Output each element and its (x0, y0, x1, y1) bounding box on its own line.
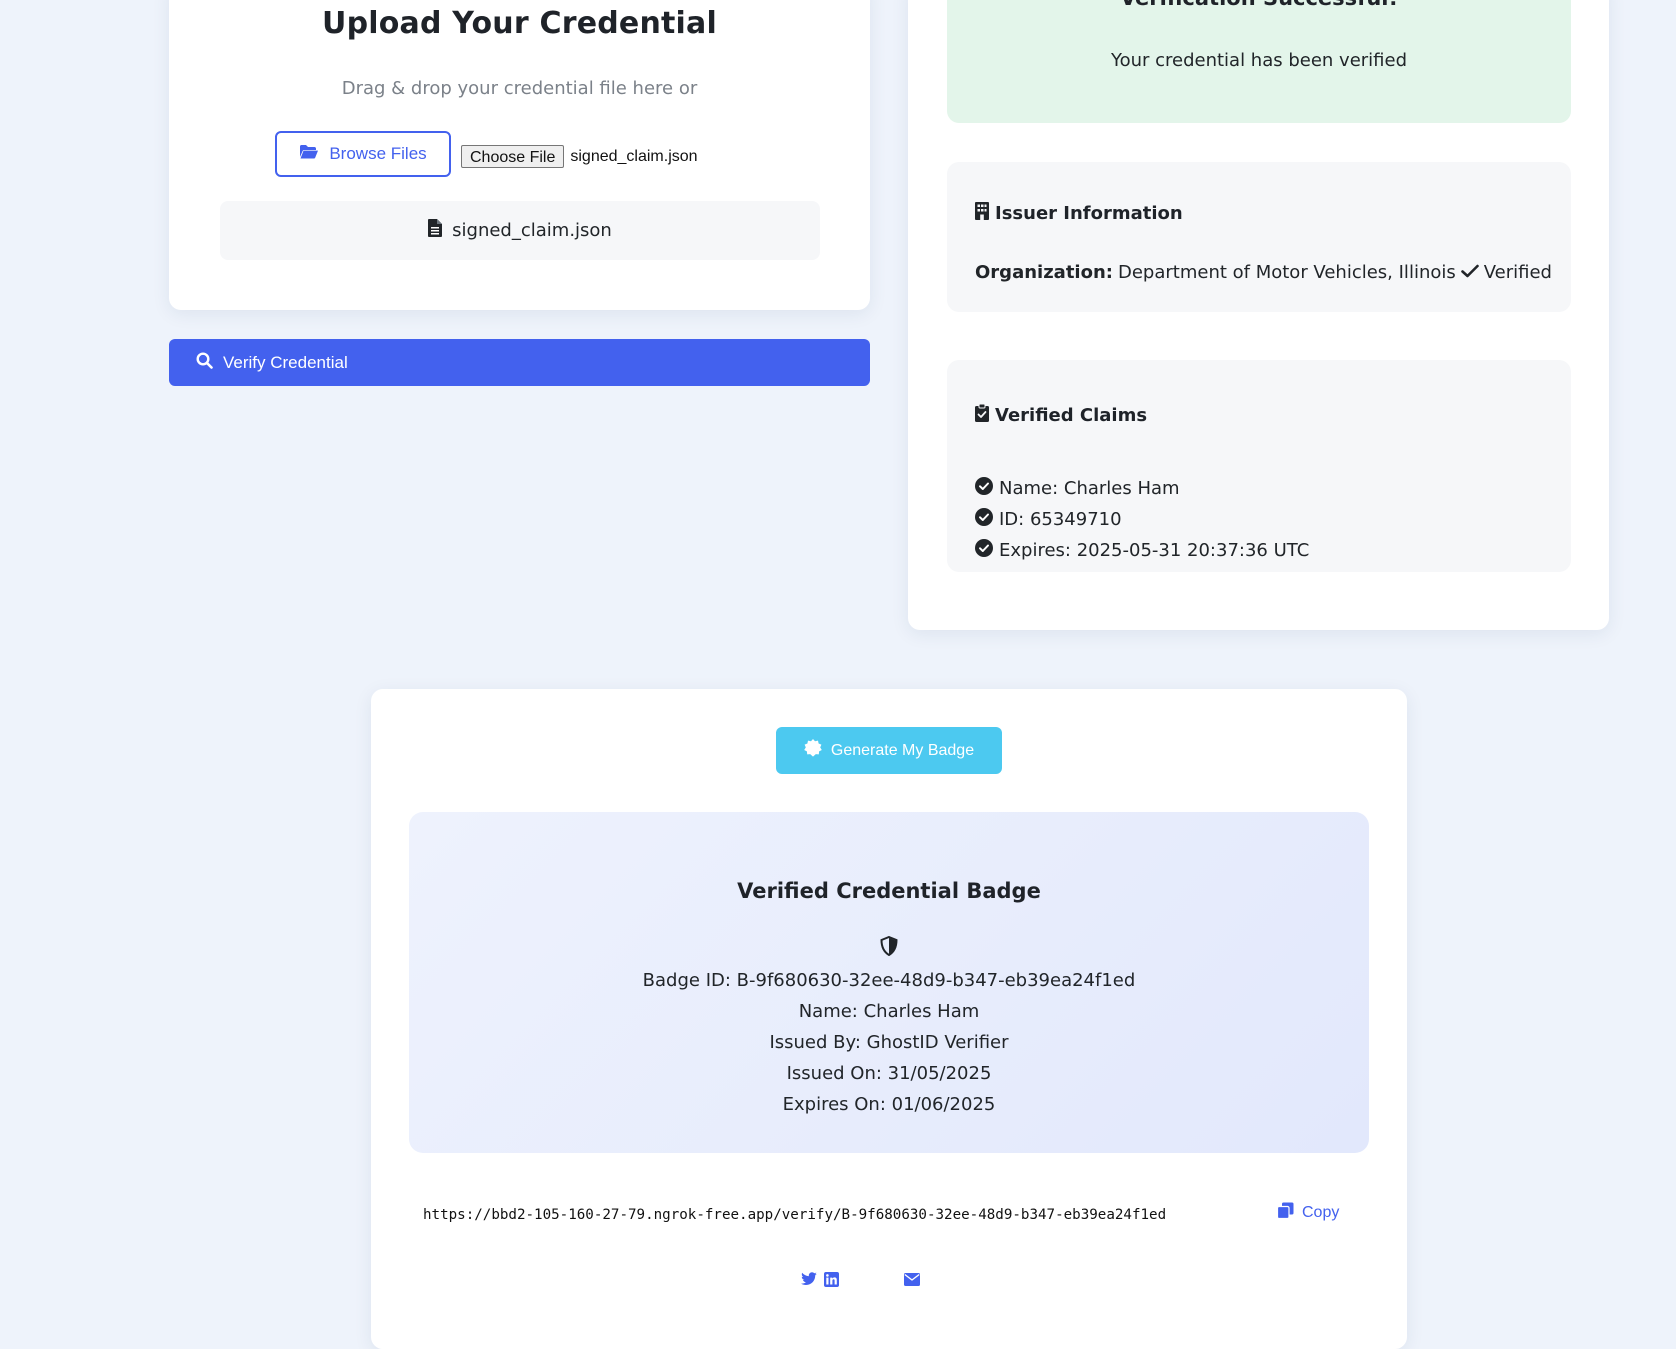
success-banner: Verification Successful! Your credential… (947, 0, 1571, 123)
badge-title: Verified Credential Badge (737, 879, 1041, 903)
claims-heading: Verified Claims (975, 403, 1148, 427)
results-card: Verification Successful! Your credential… (908, 0, 1609, 630)
search-icon (196, 351, 213, 374)
badge-issued-by: Issued By: GhostID Verifier (769, 1032, 1009, 1053)
verify-credential-button[interactable]: Verify Credential (169, 339, 870, 386)
check-circle-icon (975, 508, 993, 531)
claim-text: Name: Charles Ham (999, 478, 1180, 499)
file-icon (428, 219, 443, 242)
badge-issued-on: Issued On: 31/05/2025 (786, 1063, 992, 1084)
badge-name: Name: Charles Ham (798, 1001, 980, 1022)
envelope-icon[interactable] (903, 1270, 921, 1288)
copy-url-button[interactable]: Copy (1276, 1202, 1340, 1224)
clipboard-check-icon (975, 403, 989, 427)
badge-verify-url[interactable]: https://bbd2-105-160-27-79.ngrok-free.ap… (423, 1207, 1166, 1223)
file-input[interactable]: Choose File signed_claim.json (461, 145, 698, 168)
claims-list: Name: Charles Ham ID: 65349710 Expires: … (975, 473, 1309, 566)
issuer-heading: Issuer Information (975, 202, 1183, 225)
badge-expires-on: Expires On: 01/06/2025 (782, 1094, 996, 1115)
badge-details: Badge ID: B-9f680630-32ee-48d9-b347-eb39… (409, 965, 1369, 1120)
upload-title: Upload Your Credential (322, 6, 717, 41)
verified-claims-section: Verified Claims Name: Charles Ham ID: 65… (947, 360, 1571, 572)
copy-label: Copy (1302, 1204, 1340, 1221)
building-icon (975, 202, 989, 225)
certificate-icon (804, 739, 822, 762)
browse-files-button[interactable]: Browse Files (275, 131, 451, 177)
organization-value: Department of Motor Vehicles, Illinois (1117, 262, 1456, 283)
success-message: Your credential has been verified (1110, 50, 1408, 71)
claim-text: Expires: 2025-05-31 20:37:36 UTC (999, 540, 1310, 561)
claim-item: Expires: 2025-05-31 20:37:36 UTC (975, 535, 1309, 566)
verified-label: Verified (1483, 262, 1552, 283)
claims-heading-label: Verified Claims (995, 405, 1148, 426)
generate-badge-button[interactable]: Generate My Badge (776, 727, 1002, 774)
claim-item: Name: Charles Ham (975, 473, 1309, 504)
claim-item: ID: 65349710 (975, 504, 1309, 535)
check-circle-icon (975, 539, 993, 562)
twitter-icon[interactable] (800, 1270, 818, 1288)
selected-file-name: signed_claim.json (570, 147, 698, 165)
upload-card: Upload Your Credential Drag & drop your … (169, 0, 870, 310)
organization-line: Organization: Department of Motor Vehicl… (975, 262, 1552, 283)
organization-label: Organization: (975, 262, 1113, 283)
badge-id: Badge ID: B-9f680630-32ee-48d9-b347-eb39… (642, 970, 1136, 991)
choose-file-button[interactable]: Choose File (461, 145, 565, 168)
generate-badge-label: Generate My Badge (830, 741, 975, 759)
badge-preview: Verified Credential Badge Badge ID: B-9f… (409, 812, 1369, 1153)
success-title: Verification Successful! (947, 0, 1571, 10)
claim-text: ID: 65349710 (999, 509, 1122, 530)
verify-credential-label: Verify Credential (223, 352, 348, 372)
upload-instructions: Drag & drop your credential file here or (341, 78, 698, 99)
check-icon (1460, 262, 1479, 283)
selected-file-display: signed_claim.json (220, 201, 820, 260)
file-display-name: signed_claim.json (452, 220, 612, 241)
issuer-heading-label: Issuer Information (995, 203, 1183, 224)
copy-icon (1276, 1202, 1294, 1224)
issuer-info-section: Issuer Information Organization: Departm… (947, 162, 1571, 312)
folder-open-icon (299, 144, 319, 165)
check-circle-icon (975, 477, 993, 500)
shield-icon (880, 935, 898, 960)
browse-files-label: Browse Files (329, 144, 427, 163)
badge-card: Generate My Badge Verified Credential Ba… (371, 689, 1407, 1349)
linkedin-icon[interactable] (822, 1270, 840, 1288)
